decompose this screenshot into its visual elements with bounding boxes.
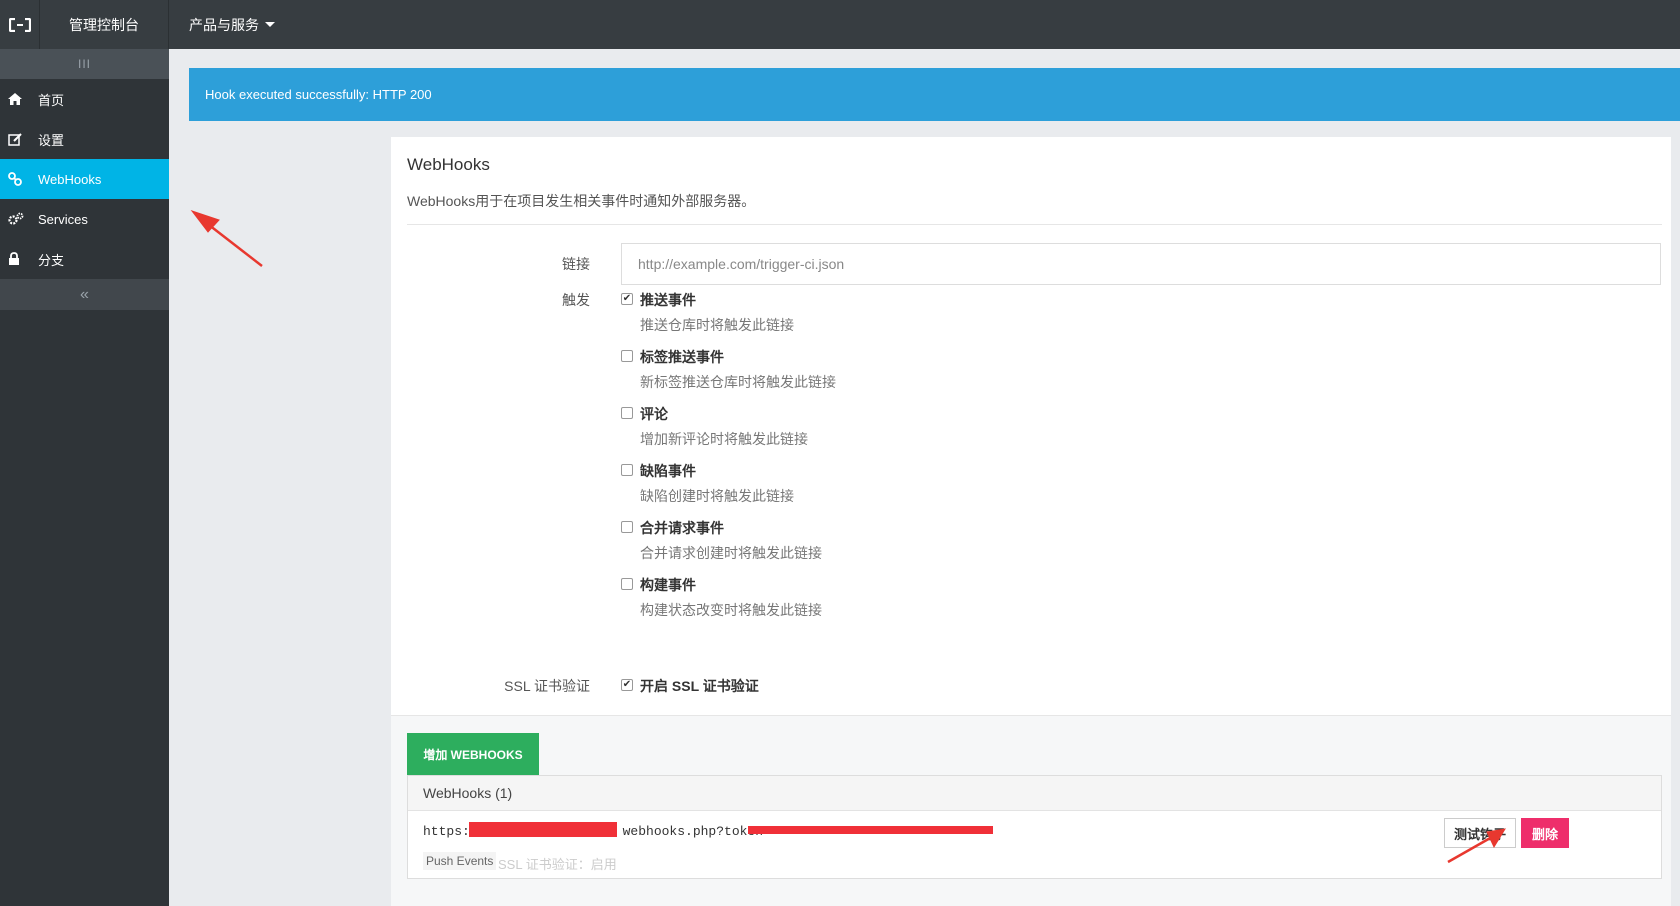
trigger-desc: 缺陷创建时将触发此链接 (640, 488, 794, 504)
sidebar-toggle[interactable]: III (0, 49, 169, 79)
trigger-title: 合并请求事件 (640, 520, 724, 536)
ssl-option-label: 开启 SSL 证书验证 (640, 678, 759, 694)
ssl-status: SSL 证书验证：启用 (498, 857, 617, 872)
success-alert: Hook executed successfully: HTTP 200 (189, 68, 1680, 121)
delete-hook-button[interactable]: 删除 (1521, 818, 1569, 848)
url-label: 链接 (562, 256, 590, 272)
sidebar-item-label: WebHooks (38, 171, 102, 187)
sidebar-item-settings[interactable]: 设置 (0, 119, 169, 159)
page-title: WebHooks (407, 155, 490, 174)
trigger-desc: 合并请求创建时将触发此链接 (640, 545, 822, 561)
edit-icon (8, 132, 38, 146)
sidebar-item-label: 首页 (38, 92, 65, 108)
sidebar-item-label: 分支 (38, 252, 65, 268)
merge-request-checkbox[interactable] (621, 521, 633, 533)
divider (407, 224, 1662, 225)
push-checkbox[interactable]: ✔ (621, 293, 633, 305)
trigger-label: 触发 (562, 292, 590, 308)
lock-icon (8, 252, 38, 266)
redaction-mark (748, 826, 993, 834)
build-checkbox[interactable] (621, 578, 633, 590)
trigger-title: 标签推送事件 (640, 349, 724, 365)
comment-checkbox[interactable] (621, 407, 633, 419)
products-label: 产品与服务 (189, 16, 259, 33)
trigger-desc: 推送仓库时将触发此链接 (640, 317, 794, 333)
link-icon (8, 172, 38, 186)
caret-down-icon (265, 22, 275, 27)
home-icon (8, 93, 38, 105)
sidebar-item-services[interactable]: Services (0, 199, 169, 239)
sidebar-collapse-button[interactable]: « (0, 279, 169, 310)
url-input[interactable] (621, 243, 1661, 285)
sidebar-item-label: Services (38, 211, 88, 227)
ssl-checkbox[interactable]: ✔ (621, 679, 633, 691)
ssl-label: SSL 证书验证 (504, 678, 590, 694)
tag-push-checkbox[interactable] (621, 350, 633, 362)
webhooks-list-header: WebHooks (1) (408, 776, 1661, 811)
sidebar-item-webhooks[interactable]: WebHooks (0, 159, 169, 199)
console-label: 管理控制台 (69, 16, 139, 33)
trigger-title: 构建事件 (640, 577, 696, 593)
sidebar-item-home[interactable]: 首页 (0, 79, 169, 119)
issue-checkbox[interactable] (621, 464, 633, 476)
test-hook-button[interactable]: 测试钩子 (1444, 818, 1516, 848)
trigger-desc: 增加新评论时将触发此链接 (640, 431, 808, 447)
webhooks-panel: WebHooks WebHooks用于在项目发生相关事件时通知外部服务器。 链接… (391, 137, 1671, 906)
sidebar-item-branches[interactable]: 分支 (0, 239, 169, 279)
trigger-title: 推送事件 (640, 292, 696, 308)
trigger-desc: 新标签推送仓库时将触发此链接 (640, 374, 836, 390)
trigger-desc: 构建状态改变时将触发此链接 (640, 602, 822, 618)
console-link[interactable]: 管理控制台 (40, 0, 169, 49)
trigger-title: 评论 (640, 406, 668, 422)
sidebar-item-label: 设置 (38, 132, 65, 148)
menu-bars-icon: III (77, 57, 91, 71)
redaction-mark (469, 822, 617, 837)
push-events-tag: Push Events (423, 852, 497, 870)
add-webhook-button[interactable]: 增加 WEBHOOKS (407, 733, 539, 775)
products-menu[interactable]: 产品与服务 (189, 0, 275, 49)
trigger-title: 缺陷事件 (640, 463, 696, 479)
annotation-arrow (190, 210, 263, 267)
gears-icon (8, 212, 38, 226)
alert-message: Hook executed successfully: HTTP 200 (205, 87, 432, 102)
page-description: WebHooks用于在项目发生相关事件时通知外部服务器。 (407, 193, 756, 209)
top-navbar: 管理控制台 产品与服务 (0, 0, 1680, 49)
sidebar: III 首页 设置 WebHooks Services 分支 « (0, 49, 169, 906)
aliyun-logo-icon[interactable] (0, 0, 40, 49)
webhooks-list: WebHooks (1) https:/webhooks.php?token= … (407, 775, 1662, 879)
double-chevron-left-icon: « (80, 285, 89, 303)
